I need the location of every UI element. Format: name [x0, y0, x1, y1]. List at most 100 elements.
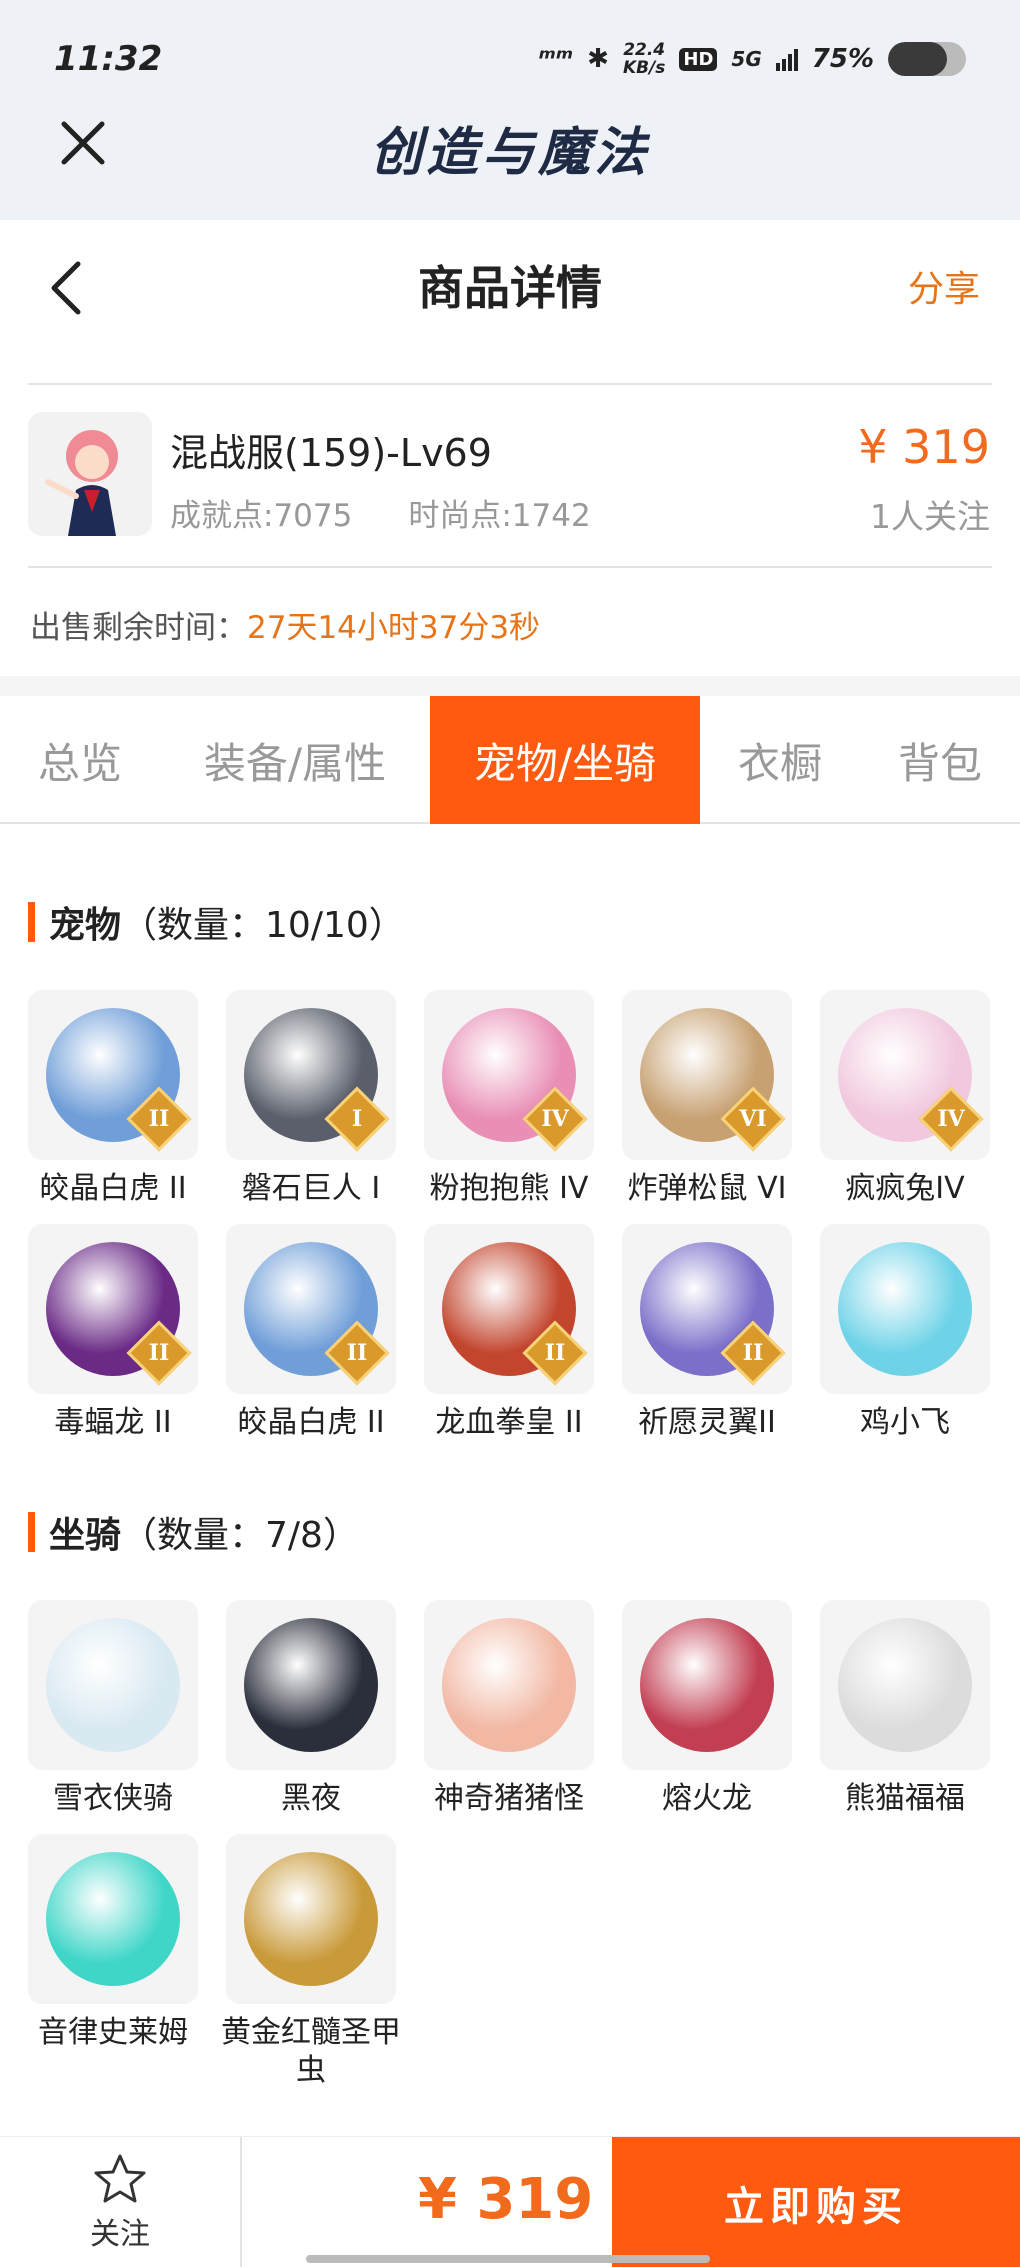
pet-thumbnail: II	[424, 1224, 594, 1394]
mount-art	[46, 1852, 180, 1986]
rank-badge-label: II	[148, 1340, 170, 1366]
rank-badge-label: II	[346, 1340, 368, 1366]
mount-item[interactable]: 黄金红髓圣甲虫	[212, 1834, 410, 2090]
pet-thumbnail: IV	[820, 990, 990, 1160]
rank-badge-label: II	[544, 1340, 566, 1366]
divider	[28, 566, 992, 568]
product-price: ¥ 319	[858, 420, 990, 474]
pet-thumbnail: VI	[622, 990, 792, 1160]
pet-name: 炸弹松鼠 VI	[627, 1171, 787, 1206]
pet-name: 龙血拳皇 II	[435, 1405, 583, 1440]
follow-label: 关注	[90, 2216, 150, 2252]
mount-item[interactable]: 黑夜	[212, 1600, 410, 1818]
mount-name: 音律史莱姆	[38, 2015, 188, 2050]
pet-thumbnail: IV	[424, 990, 594, 1160]
carrier-icon: ᵐᵐ	[538, 44, 574, 74]
pets-count: （数量：10/10）	[121, 905, 405, 946]
mount-art	[838, 1618, 972, 1752]
pet-item[interactable]: IV 疯疯兔IV	[806, 990, 1004, 1208]
pet-item[interactable]: I 磐石巨人 I	[212, 990, 410, 1208]
tab-backpack[interactable]: 背包	[860, 696, 1020, 824]
pet-name: 祈愿灵翼II	[638, 1405, 776, 1440]
pet-thumbnail: I	[226, 990, 396, 1160]
pet-item[interactable]: VI 炸弹松鼠 VI	[608, 990, 806, 1208]
hd-icon: HD	[679, 47, 718, 71]
rank-badge-label: IV	[937, 1106, 965, 1132]
tab-wardrobe[interactable]: 衣橱	[700, 696, 860, 824]
mount-art	[244, 1618, 378, 1752]
tab-bar: 总览 装备/属性 宠物/坐骑 衣橱 背包	[0, 696, 1020, 824]
mount-art	[640, 1618, 774, 1752]
pet-item[interactable]: II 毒蝠龙 II	[14, 1224, 212, 1442]
mount-name: 熔火龙	[662, 1781, 752, 1816]
status-time: 11:32	[54, 39, 163, 79]
mount-thumbnail	[226, 1834, 396, 2004]
mount-name: 黑夜	[281, 1781, 341, 1816]
buy-now-button[interactable]: 立即购买	[612, 2137, 1020, 2267]
pet-name: 皎晶白虎 II	[237, 1405, 385, 1440]
mount-item[interactable]: 熊猫福福	[806, 1600, 1004, 1818]
mount-item[interactable]: 神奇猪猪怪	[410, 1600, 608, 1818]
tab-overview[interactable]: 总览	[0, 696, 160, 824]
pet-item[interactable]: II 皎晶白虎 II	[212, 1224, 410, 1442]
tab-pets-mounts[interactable]: 宠物/坐骑	[430, 696, 700, 824]
battery-icon	[888, 42, 966, 76]
character-avatar	[28, 412, 152, 536]
rank-badge-label: IV	[541, 1106, 569, 1132]
rank-badge-label: II	[742, 1340, 764, 1366]
pet-thumbnail: II	[622, 1224, 792, 1394]
mounts-section-title: 坐骑 （数量：7/8）	[28, 1506, 359, 1558]
rank-badge-label: VI	[739, 1106, 767, 1132]
pet-name: 毒蝠龙 II	[54, 1405, 172, 1440]
pet-item[interactable]: II 龙血拳皇 II	[410, 1224, 608, 1442]
divider	[28, 383, 992, 385]
mount-item[interactable]: 雪衣侠骑	[14, 1600, 212, 1818]
tab-equipment[interactable]: 装备/属性	[160, 696, 430, 824]
rank-badge-label: II	[148, 1106, 170, 1132]
share-button[interactable]: 分享	[908, 260, 980, 312]
mount-thumbnail	[28, 1600, 198, 1770]
pet-item[interactable]: II 皎晶白虎 II	[14, 990, 212, 1208]
product-name: 混战服(159)-Lv69	[170, 431, 492, 475]
mounts-grid: 雪衣侠骑 黑夜 神奇猪猪怪 熔火龙 熊猫福福音律史莱姆 黄金红髓圣甲虫	[0, 1600, 1020, 2100]
app-header: 11:32 ᵐᵐ ✱ 22.4 KB/s HD 5G 75% 创造与魔法	[0, 0, 1020, 220]
mount-item[interactable]: 音律史莱姆	[14, 1834, 212, 2052]
section-marker	[28, 1512, 35, 1552]
pet-item[interactable]: II 祈愿灵翼II	[608, 1224, 806, 1442]
home-indicator[interactable]	[306, 2255, 710, 2263]
pets-grid: II 皎晶白虎 II I 磐石巨人 I IV 粉抱抱熊 IV VI 炸弹松鼠 VI IV 疯疯兔I…	[0, 990, 1020, 1450]
battery-percent: 75%	[811, 44, 874, 74]
sale-timer-label: 出售剩余时间：	[30, 610, 247, 646]
bottom-bar: 关注 ¥ 319 立即购买	[0, 2136, 1020, 2267]
pets-title: 宠物	[49, 905, 122, 946]
net-speed-unit: KB/s	[622, 58, 666, 78]
mount-thumbnail	[226, 1600, 396, 1770]
pet-name: 疯疯兔IV	[845, 1171, 965, 1206]
mount-thumbnail	[28, 1834, 198, 2004]
page-title: 商品详情	[418, 261, 602, 315]
achievement-points: 成就点:7075	[170, 498, 353, 534]
sale-timer-value: 27天14小时37分3秒	[247, 610, 541, 646]
pet-name: 粉抱抱熊 IV	[429, 1171, 589, 1206]
mount-thumbnail	[820, 1600, 990, 1770]
follow-button[interactable]: 关注	[0, 2137, 242, 2267]
star-icon	[94, 2154, 146, 2202]
mount-item[interactable]: 熔火龙	[608, 1600, 806, 1818]
rank-badge-label: I	[351, 1106, 363, 1132]
section-gap	[0, 676, 1020, 696]
mount-name: 黄金红髓圣甲虫	[221, 2015, 401, 2088]
net-speed-value: 22.4	[623, 40, 666, 60]
pet-item[interactable]: IV 粉抱抱熊 IV	[410, 990, 608, 1208]
mount-art	[244, 1852, 378, 1986]
pet-thumbnail: II	[28, 1224, 198, 1394]
pet-art	[838, 1242, 972, 1376]
app-root: 11:32 ᵐᵐ ✱ 22.4 KB/s HD 5G 75% 创造与魔法 商品详…	[0, 0, 1020, 2267]
follower-count: 1人关注	[870, 497, 990, 536]
bluetooth-icon: ✱	[587, 44, 609, 74]
status-icons: ᵐᵐ ✱ 22.4 KB/s HD 5G 75%	[539, 41, 966, 77]
network-type: 5G	[731, 47, 762, 71]
mounts-title: 坐骑	[49, 1515, 122, 1556]
mount-name: 神奇猪猪怪	[434, 1781, 584, 1816]
pet-name: 磐石巨人 I	[241, 1171, 381, 1206]
pet-item[interactable]: 鸡小飞	[806, 1224, 1004, 1442]
